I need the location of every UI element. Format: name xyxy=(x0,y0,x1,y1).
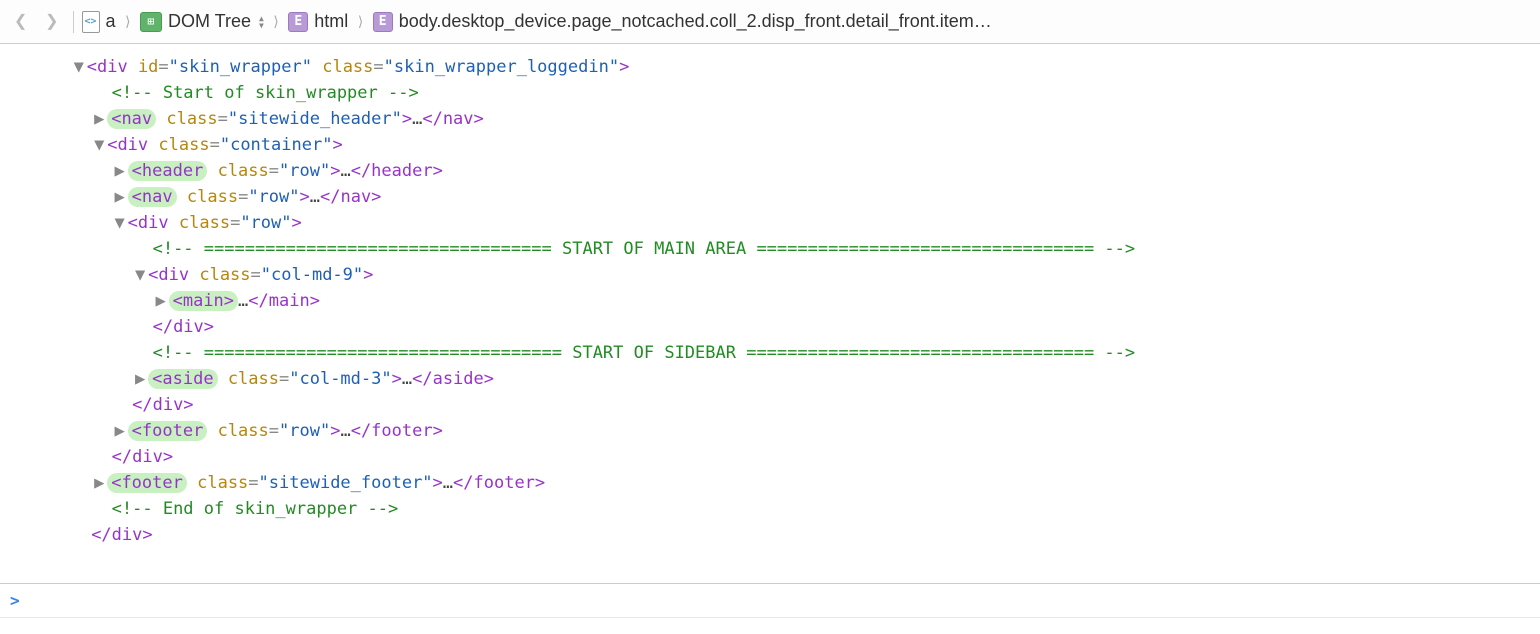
collapse-toggle-icon[interactable]: ▼ xyxy=(71,54,87,80)
divider xyxy=(73,11,74,33)
code-line[interactable]: </div> xyxy=(40,444,1540,470)
element-badge-icon: E xyxy=(288,12,308,32)
code-line[interactable]: ▶<footer class="row">…</footer> xyxy=(40,418,1540,444)
console-prompt-icon: > xyxy=(10,591,20,610)
expand-toggle-icon[interactable]: ▶ xyxy=(112,184,128,210)
dom-tree-panel[interactable]: ▼<div id="skin_wrapper" class="skin_wrap… xyxy=(0,44,1540,584)
nav-back-icon[interactable]: ❮ xyxy=(8,9,33,34)
code-line[interactable]: ▶<footer class="sitewide_footer">…</foot… xyxy=(40,470,1540,496)
element-badge-icon: E xyxy=(373,12,393,32)
code-line[interactable]: <!-- ================================== … xyxy=(40,236,1540,262)
code-line[interactable]: <!-- Start of skin_wrapper --> xyxy=(40,80,1540,106)
crumb-domtree[interactable]: DOM Tree xyxy=(168,11,251,32)
chevron-right-icon: ⟩ xyxy=(124,14,132,30)
file-icon xyxy=(82,11,100,33)
code-line[interactable]: ▶<header class="row">…</header> xyxy=(40,158,1540,184)
code-line[interactable]: </div> xyxy=(40,392,1540,418)
collapse-toggle-icon[interactable]: ▼ xyxy=(132,262,148,288)
collapse-toggle-icon[interactable]: ▼ xyxy=(91,132,107,158)
collapse-toggle-icon[interactable]: ▼ xyxy=(112,210,128,236)
code-line[interactable]: ▼<div class="row"> xyxy=(40,210,1540,236)
tree-badge-icon: ⊞ xyxy=(140,12,162,32)
expand-toggle-icon[interactable]: ▶ xyxy=(112,418,128,444)
chevron-right-icon: ⟩ xyxy=(356,14,364,30)
chevron-right-icon: ⟩ xyxy=(272,14,280,30)
code-line[interactable]: ▶<aside class="col-md-3">…</aside> xyxy=(40,366,1540,392)
code-line[interactable]: ▼<div class="col-md-9"> xyxy=(40,262,1540,288)
expand-toggle-icon[interactable]: ▶ xyxy=(132,366,148,392)
code-line[interactable]: ▼<div id="skin_wrapper" class="skin_wrap… xyxy=(40,54,1540,80)
expand-toggle-icon[interactable]: ▶ xyxy=(91,470,107,496)
expand-toggle-icon[interactable]: ▶ xyxy=(153,288,169,314)
crumb-body[interactable]: body.desktop_device.page_notcached.coll_… xyxy=(399,11,992,32)
code-line[interactable]: ▶<main>…</main> xyxy=(40,288,1540,314)
console-bar[interactable]: > xyxy=(0,584,1540,618)
crumb-html[interactable]: html xyxy=(314,11,348,32)
updown-icon[interactable]: ▲▼ xyxy=(259,15,264,29)
code-line[interactable]: ▶<nav class="row">…</nav> xyxy=(40,184,1540,210)
code-line[interactable]: ▼<div class="container"> xyxy=(40,132,1540,158)
code-line[interactable]: <!-- ===================================… xyxy=(40,340,1540,366)
code-line[interactable]: <!-- End of skin_wrapper --> xyxy=(40,496,1540,522)
crumb-a[interactable]: a xyxy=(106,11,116,32)
code-line[interactable]: </div> xyxy=(40,314,1540,340)
nav-forward-icon[interactable]: ❯ xyxy=(39,9,64,34)
code-line[interactable]: </div> xyxy=(40,522,1540,548)
expand-toggle-icon[interactable]: ▶ xyxy=(91,106,107,132)
expand-toggle-icon[interactable]: ▶ xyxy=(112,158,128,184)
breadcrumb-toolbar: ❮ ❯ a ⟩ ⊞ DOM Tree ▲▼ ⟩ E html ⟩ E body.… xyxy=(0,0,1540,44)
code-line[interactable]: ▶<nav class="sitewide_header">…</nav> xyxy=(40,106,1540,132)
